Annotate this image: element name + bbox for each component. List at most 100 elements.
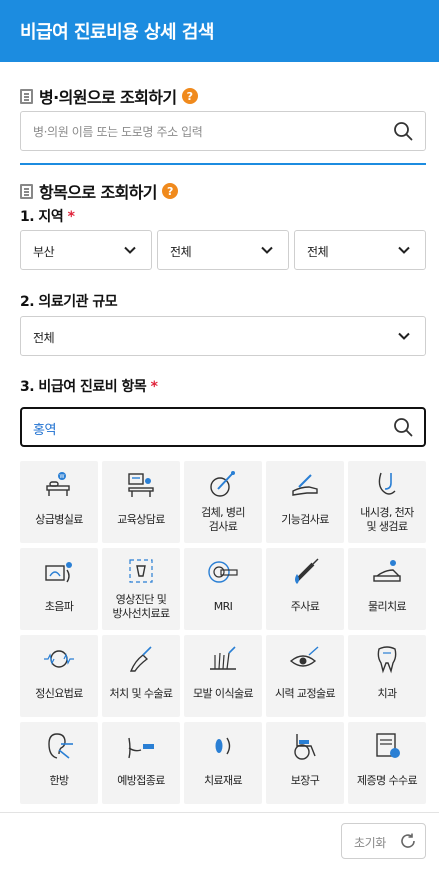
section-divider: [20, 163, 426, 165]
region-town-select[interactable]: 전체: [294, 230, 426, 270]
category-label: 처치 및 수술료: [109, 687, 174, 700]
region-district-value: 전체: [170, 245, 192, 259]
mri-machine-icon: [208, 561, 238, 583]
specimen-test-icon: [210, 471, 235, 497]
category-tile[interactable]: 치과: [348, 635, 426, 717]
brain-wave-icon: [44, 650, 74, 668]
hair-transplant-icon: [210, 646, 236, 670]
reset-button[interactable]: 초기화: [341, 823, 426, 859]
chevron-down-icon: [261, 246, 273, 254]
category-label: 내시경, 천자 및 생검료: [360, 506, 414, 533]
region-label: 1. 지역 *: [20, 206, 75, 226]
header-bar: 비급여 진료비용 상세 검색: [0, 0, 439, 62]
category-tile[interactable]: W 상급병실료: [20, 461, 98, 543]
category-tile[interactable]: 교육상담료: [102, 461, 180, 543]
chevron-down-icon: [398, 332, 410, 340]
category-label: 예방접종료: [117, 774, 165, 787]
region-label-text: 1. 지역: [20, 209, 64, 225]
hospital-search-title: 병·의원으로 조회하기: [39, 88, 177, 107]
hospital-bed-icon: W: [46, 472, 70, 496]
category-tile[interactable]: 시력 교정술료: [266, 635, 344, 717]
scale-label: 2. 의료기관 규모: [20, 291, 118, 311]
category-tile[interactable]: 물리치료: [348, 548, 426, 630]
item-label: 3. 비급여 진료비 항목 *: [20, 376, 158, 396]
chevron-down-icon: [124, 246, 136, 254]
item-label-text: 3. 비급여 진료비 항목: [20, 379, 147, 395]
building-icon: [20, 88, 33, 104]
page-title: 비급여 진료비용 상세 검색: [20, 22, 214, 43]
category-tile[interactable]: 모발 이식술료: [184, 635, 262, 717]
tooth-icon: [377, 646, 397, 674]
bottom-spacer: [0, 867, 439, 877]
category-label: 한방: [49, 774, 69, 787]
category-tile[interactable]: 치료재료: [184, 722, 262, 804]
physical-therapy-icon: [373, 560, 401, 582]
category-label: 주사료: [290, 600, 320, 613]
scalpel-hand-icon: [129, 646, 152, 672]
bottom-action-bar: 초기화: [0, 812, 439, 867]
category-tile[interactable]: 예방접종료: [102, 722, 180, 804]
arm-test-icon: [292, 474, 318, 496]
xray-imaging-icon: [129, 559, 153, 583]
syringe-icon: [295, 558, 319, 584]
category-label: 교육상담료: [117, 513, 165, 526]
region-district-select[interactable]: 전체: [157, 230, 289, 270]
category-tile[interactable]: 내시경, 천자 및 생검료: [348, 461, 426, 543]
category-tile[interactable]: 정신요법료: [20, 635, 98, 717]
hospital-search-input[interactable]: 병·의원 이름 또는 도로명 주소 입력: [20, 111, 426, 151]
item-keyword-input[interactable]: 홍역: [20, 407, 426, 447]
category-tile[interactable]: 처치 및 수술료: [102, 635, 180, 717]
scale-label-text: 2. 의료기관 규모: [20, 294, 118, 310]
acupuncture-ear-icon: [48, 733, 73, 759]
reset-label: 초기화: [354, 836, 386, 850]
ultrasound-icon: [45, 562, 72, 583]
category-label: 모발 이식술료: [192, 687, 254, 700]
category-label: 정신요법료: [35, 687, 83, 700]
refresh-icon: [401, 833, 415, 848]
treatment-material-icon: [215, 737, 231, 755]
hospital-search-heading: 병·의원으로 조회하기 ?: [20, 84, 198, 108]
category-label: 기능검사료: [281, 513, 329, 526]
category-label: 치과: [377, 687, 397, 700]
svg-text:W: W: [60, 474, 65, 480]
category-tile[interactable]: MRI: [184, 548, 262, 630]
region-town-value: 전체: [307, 245, 329, 259]
search-icon[interactable]: [393, 417, 413, 437]
category-tile[interactable]: 영상진단 및 방사선치료료: [102, 548, 180, 630]
region-city-select[interactable]: 부산: [20, 230, 152, 270]
chevron-down-icon: [398, 246, 410, 254]
item-search-title: 항목으로 조회하기: [39, 183, 158, 202]
category-tile[interactable]: 제증명 수수료: [348, 722, 426, 804]
scale-value: 전체: [33, 331, 55, 345]
item-search-heading: 항목으로 조회하기 ?: [20, 179, 178, 203]
certificate-document-icon: [376, 733, 400, 758]
endoscope-icon: [378, 472, 396, 495]
category-tile[interactable]: 초음파: [20, 548, 98, 630]
category-label: 보장구: [290, 774, 320, 787]
category-tile[interactable]: 보장구: [266, 722, 344, 804]
counseling-desk-icon: [128, 473, 154, 497]
region-city-value: 부산: [33, 245, 55, 259]
required-mark: *: [150, 379, 158, 395]
category-label: 초음파: [44, 600, 74, 613]
required-mark: *: [67, 209, 75, 225]
help-icon[interactable]: ?: [181, 88, 198, 104]
category-label: 상급병실료: [35, 513, 83, 526]
help-icon[interactable]: ?: [161, 183, 178, 199]
vaccination-arm-icon: [128, 737, 154, 759]
category-label: 검체, 병리 검사료: [201, 506, 245, 533]
category-tile[interactable]: 기능검사료: [266, 461, 344, 543]
category-label: 치료재료: [203, 774, 243, 787]
item-keyword-value: 홍역: [33, 423, 57, 438]
list-document-icon: [20, 183, 33, 199]
search-icon[interactable]: [393, 121, 413, 141]
category-tile[interactable]: 주사료: [266, 548, 344, 630]
category-label: 제증명 수수료: [356, 774, 418, 787]
category-tile[interactable]: 한방: [20, 722, 98, 804]
hospital-search-placeholder: 병·의원 이름 또는 도로명 주소 입력: [33, 125, 203, 139]
institution-scale-select[interactable]: 전체: [20, 316, 426, 356]
eye-laser-icon: [289, 646, 319, 667]
category-label: MRI: [213, 600, 233, 613]
category-tile[interactable]: 검체, 병리 검사료: [184, 461, 262, 543]
category-label: 영상진단 및 방사선치료료: [112, 593, 170, 620]
